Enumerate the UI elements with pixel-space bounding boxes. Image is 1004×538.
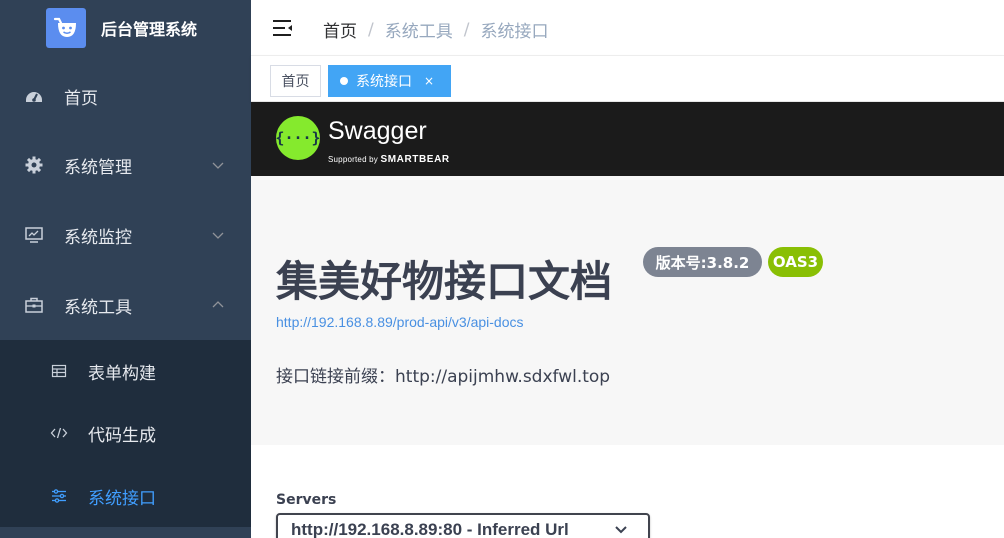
sidebar-item-label: 系统工具 bbox=[64, 297, 132, 318]
chevron-up-icon bbox=[212, 301, 224, 308]
api-description: 接口链接前缀：http://apijmhw.sdxfwl.top bbox=[276, 367, 611, 387]
chevron-down-icon bbox=[212, 162, 224, 169]
dashboard-icon bbox=[24, 86, 44, 106]
sliders-icon bbox=[50, 487, 68, 505]
sidebar-title: 后台管理系统 bbox=[101, 20, 198, 39]
sidebar-item-system-tools[interactable]: 系统工具 bbox=[0, 270, 251, 340]
version-badge: 版本号:3.8.2 bbox=[643, 247, 762, 277]
sidebar-item-label: 代码生成 bbox=[88, 425, 156, 446]
api-title: 集美好物接口文档 bbox=[276, 257, 613, 306]
swagger-topbar: {···} Swagger Supported by SMARTBEAR bbox=[251, 102, 1004, 176]
breadcrumb-system-tools: 系统工具 bbox=[384, 22, 453, 42]
breadcrumb-home[interactable]: 首页 bbox=[323, 17, 357, 42]
breadcrumb: 首页 / 系统工具 / 系统接口 bbox=[323, 17, 549, 43]
navbar: 首页 / 系统工具 / 系统接口 bbox=[251, 0, 1004, 56]
breadcrumb-separator: / bbox=[368, 19, 374, 40]
sidebar-item-code-gen[interactable]: 代码生成 bbox=[0, 402, 251, 464]
sidebar-logo[interactable]: 后台管理系统 bbox=[0, 0, 251, 56]
sidebar-item-label: 系统接口 bbox=[88, 488, 156, 509]
sidebar-item-system-monitor[interactable]: 系统监控 bbox=[0, 200, 251, 270]
submenu-system-tools: 表单构建 代码生成 系统接口 bbox=[0, 340, 251, 527]
server-select-value: http://192.168.8.89:80 - Inferred Url bbox=[291, 520, 569, 538]
tag-system-api[interactable]: 系统接口 × bbox=[328, 65, 451, 97]
monitor-icon bbox=[24, 225, 44, 245]
hamburger-icon[interactable] bbox=[271, 16, 295, 40]
servers-label: Servers bbox=[276, 492, 337, 508]
oas-badge: OAS3 bbox=[768, 247, 823, 277]
active-dot-icon bbox=[340, 77, 348, 85]
chevron-down-icon bbox=[615, 526, 627, 534]
swagger-brand: Swagger bbox=[328, 117, 427, 145]
logo-icon bbox=[46, 8, 86, 48]
toolbox-icon bbox=[24, 295, 44, 315]
tag-home[interactable]: 首页 bbox=[270, 65, 321, 97]
tags-view: 首页 系统接口 × bbox=[251, 56, 1004, 102]
smartbear-text: SMARTBEAR bbox=[380, 154, 450, 165]
close-icon[interactable]: × bbox=[424, 74, 434, 88]
sidebar-item-label: 系统监控 bbox=[64, 227, 132, 248]
supported-by-text: Supported by bbox=[328, 155, 378, 164]
sidebar-item-home[interactable]: 首页 bbox=[0, 61, 251, 131]
server-select[interactable]: http://192.168.8.89:80 - Inferred Url bbox=[276, 513, 650, 538]
gear-icon bbox=[24, 155, 44, 175]
code-icon bbox=[50, 424, 68, 442]
tag-label: 首页 bbox=[281, 74, 310, 90]
breadcrumb-system-api: 系统接口 bbox=[480, 22, 549, 42]
swagger-logo-icon[interactable]: {···} bbox=[275, 116, 321, 160]
chevron-down-icon bbox=[212, 232, 224, 239]
sidebar-item-system-management[interactable]: 系统管理 bbox=[0, 130, 251, 200]
swagger-supported-by: Supported by SMARTBEAR bbox=[328, 154, 450, 165]
sidebar-item-label: 系统管理 bbox=[64, 157, 132, 178]
breadcrumb-separator: / bbox=[463, 19, 470, 40]
table-icon bbox=[50, 362, 68, 380]
servers-section: Servers http://192.168.8.89:80 - Inferre… bbox=[251, 445, 1004, 538]
sidebar-item-label: 表单构建 bbox=[88, 363, 156, 384]
api-info: 集美好物接口文档 版本号:3.8.2 OAS3 http://192.168.8… bbox=[251, 176, 1004, 445]
sidebar-item-form-builder[interactable]: 表单构建 bbox=[0, 340, 251, 402]
api-docs-link[interactable]: http://192.168.8.89/prod-api/v3/api-docs bbox=[276, 314, 524, 330]
sidebar-footer bbox=[0, 527, 251, 538]
sidebar: 后台管理系统 首页 系统管理 系统监控 系统工具 表单构建 代码生成 系统接口 bbox=[0, 0, 251, 538]
tag-label: 系统接口 bbox=[356, 74, 412, 90]
sidebar-item-system-api[interactable]: 系统接口 bbox=[0, 465, 251, 527]
sidebar-item-label: 首页 bbox=[64, 88, 98, 109]
